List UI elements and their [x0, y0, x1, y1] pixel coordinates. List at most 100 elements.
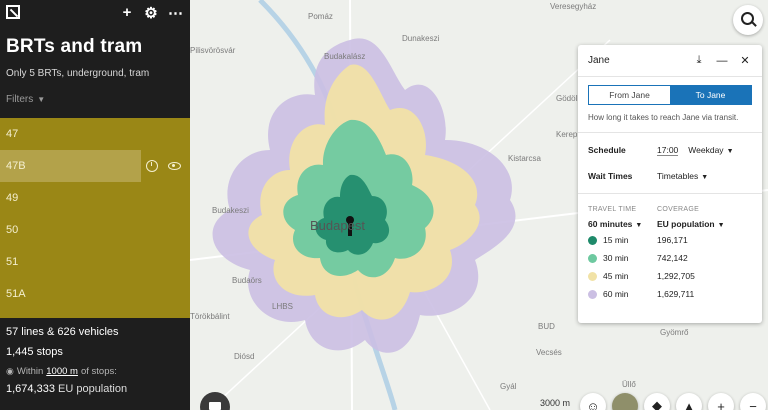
zoom-out-icon[interactable]: − [740, 393, 766, 410]
map-label-pomaz: Pomáz [308, 12, 333, 21]
wait-row: Wait Times Timetables ▼ [578, 163, 762, 189]
page-title: BRTs and tram [6, 36, 143, 57]
route-list: 47 47B 49 50 51 51A [0, 118, 190, 318]
sidebar: + ⚙ ⋯ BRTs and tram Only 5 BRTs, undergr… [0, 0, 190, 410]
pedestrian-icon[interactable]: ☺ [580, 393, 606, 410]
amp-text: & [46, 326, 55, 338]
caret-down-icon: ▼ [726, 147, 734, 155]
map-label-lhbs: LHBS [272, 302, 293, 311]
coverage-value: EU population [657, 219, 715, 229]
table-row: 30 min 742,142 [578, 249, 762, 267]
table-row: 60 min 1,629,711 [578, 285, 762, 303]
caret-down-icon: ▼ [717, 222, 725, 229]
legend-dot-15 [588, 235, 597, 245]
map-label-kistarcsa: Kistarcsa [508, 154, 541, 163]
lines-vehicles: 57 lines & 626 vehicles [6, 326, 184, 338]
table-row: 45 min 1,292,705 [578, 267, 762, 285]
schedule-day-select[interactable]: Weekday ▼ [688, 145, 733, 156]
wait-label: Wait Times [588, 171, 633, 181]
map-label-dunakeszi: Dunakeszi [402, 34, 440, 43]
legend-dot-30 [588, 253, 597, 263]
logo-icon[interactable] [6, 5, 20, 19]
eye-icon: ◉ [6, 366, 14, 376]
within-distance-row: ◉ Within 1000 m of stops: [6, 366, 184, 377]
table-row: 15 min 196,171 [578, 231, 762, 249]
route-item[interactable]: 47 [0, 118, 190, 150]
eye-icon[interactable] [168, 162, 181, 170]
route-item-active[interactable]: 47B [0, 150, 141, 182]
minimize-icon[interactable]: — [715, 55, 729, 67]
filters-label: Filters [6, 94, 34, 105]
route-actions [146, 150, 181, 182]
map-label-budakeszi: Budakeszi [212, 206, 249, 215]
divider [578, 132, 762, 133]
route-item[interactable]: 49 [0, 182, 190, 214]
map-label-bud: BUD [538, 322, 555, 331]
info-icon[interactable] [146, 160, 158, 172]
row-time: 15 min [603, 235, 629, 245]
table-selectors: 60 minutes ▼ EU population ▼ [578, 213, 762, 231]
filters-dropdown[interactable]: Filters ▼ [0, 79, 190, 105]
route-label: 51A [6, 288, 26, 300]
route-item[interactable]: 51 [0, 246, 190, 278]
layers-icon[interactable]: ◆ [644, 393, 670, 410]
map-label-budakalasz: Budakalász [324, 52, 366, 61]
route-label: 51 [6, 256, 19, 268]
map-label-budapest: Budapest [310, 218, 365, 233]
close-icon[interactable]: ✕ [738, 54, 752, 67]
panel-description: How long it takes to reach Jane via tran… [588, 113, 739, 122]
search-button[interactable] [733, 5, 763, 35]
row-value: 1,292,705 [657, 271, 695, 281]
vehicles-count: 626 vehicles [57, 326, 119, 338]
population-row: 1,674,333 EU population [6, 383, 184, 395]
population-value: 1,674,333 [6, 383, 55, 395]
stops-count: 1,445 stops [6, 346, 63, 358]
top-bar: + ⚙ ⋯ [0, 0, 190, 28]
map-label-kerep: Kerep [556, 130, 578, 139]
add-icon[interactable]: + [120, 4, 134, 22]
direction-toggle: From Jane To Jane [588, 85, 752, 105]
population-label: EU population [58, 383, 128, 395]
network-stats: 57 lines & 626 vehicles 1,445 stops ◉ Wi… [6, 326, 184, 395]
row-time: 30 min [603, 253, 629, 263]
table-header: TRAVEL TIME COVERAGE [578, 194, 762, 213]
schedule-values: 17:00 Weekday ▼ [657, 145, 734, 156]
within-suffix: of stops: [80, 366, 117, 377]
distance-input[interactable]: 1000 m [46, 366, 78, 377]
page-subtitle: Only 5 BRTs, underground, tram [6, 68, 150, 79]
row-time: 45 min [603, 271, 629, 281]
schedule-time-input[interactable]: 17:00 [657, 145, 679, 156]
legend-dot-60 [588, 289, 597, 299]
more-icon[interactable]: ⋯ [168, 4, 183, 22]
to-tab[interactable]: To Jane [670, 86, 751, 104]
row-value: 742,142 [657, 253, 688, 263]
download-icon[interactable]: ⤓ [692, 54, 706, 67]
row-value: 196,171 [657, 235, 688, 245]
isochrone-panel: Jane ⤓ — ✕ From Jane To Jane How long it… [578, 45, 762, 323]
within-prefix: Within [16, 366, 44, 377]
map-label-budaors: Budaörs [232, 276, 262, 285]
map-label-gyomro: Gyömrő [660, 328, 689, 337]
route-label: 50 [6, 224, 19, 236]
schedule-row: Schedule 17:00 Weekday ▼ [578, 137, 762, 163]
basemap-icon[interactable] [612, 393, 638, 410]
zoom-in-icon[interactable]: + [708, 393, 734, 410]
coverage-select[interactable]: EU population ▼ [657, 219, 725, 229]
travel-time-select[interactable]: 60 minutes ▼ [588, 219, 657, 229]
row-time: 60 min [603, 289, 629, 299]
map-label-ullo: Üllő [622, 380, 636, 389]
wait-select[interactable]: Timetables ▼ [657, 171, 708, 181]
gear-icon[interactable]: ⚙ [144, 4, 158, 22]
compass-icon[interactable]: ▲ [676, 393, 702, 410]
route-item[interactable]: 50 [0, 214, 190, 246]
caret-down-icon: ▼ [701, 174, 709, 181]
from-tab[interactable]: From Jane [589, 86, 670, 104]
top-actions: + ⚙ ⋯ [120, 4, 183, 22]
wait-value: Timetables [657, 171, 699, 181]
map-label-pilisvorosvar: Pilisvörösvár [190, 46, 236, 55]
route-label: 47B [6, 160, 26, 172]
route-item[interactable]: 51A [0, 278, 190, 310]
caret-down-icon: ▼ [37, 95, 46, 104]
coverage-header: COVERAGE [657, 206, 700, 213]
lines-count: 57 lines [6, 326, 44, 338]
